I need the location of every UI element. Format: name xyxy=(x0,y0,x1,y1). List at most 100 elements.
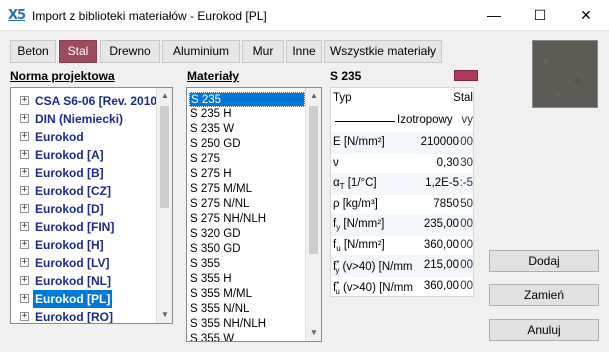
material-list-item[interactable]: S 235 W xyxy=(189,122,304,137)
material-list-item[interactable]: S 355 H xyxy=(189,272,304,287)
app-logo-icon: X5 xyxy=(8,8,26,23)
title-bar: X5 Import z biblioteki materiałów - Euro… xyxy=(0,0,609,31)
prop-row-isotropy: Izotropowy vy xyxy=(331,110,474,132)
tree-item[interactable]: + Eurokod [H] xyxy=(11,236,157,254)
tree-item[interactable]: + CSA S6-06 [Rev. 2010 xyxy=(11,92,157,110)
expand-icon[interactable]: + xyxy=(20,258,29,267)
tree-item-label[interactable]: Eurokod [NL] xyxy=(33,272,113,290)
material-list-item[interactable]: S 350 GD xyxy=(189,242,304,257)
tree-item-label[interactable]: Eurokod [FIN] xyxy=(33,218,116,236)
tree-item[interactable]: + Eurokod [NL] xyxy=(11,272,157,290)
expand-icon[interactable]: + xyxy=(20,276,29,285)
tab-inne[interactable]: Inne xyxy=(286,40,322,63)
prop-isotropy-suffix: vy xyxy=(461,114,474,126)
material-list-item[interactable]: S 275 NH/NLH xyxy=(189,212,304,227)
prop-value-overflow: 00 xyxy=(460,259,473,271)
material-list-item[interactable]: S 275 xyxy=(189,152,304,167)
prop-value: 1,2E-5 xyxy=(424,177,459,189)
expand-icon[interactable]: + xyxy=(20,132,29,141)
minimize-button[interactable]: — xyxy=(471,0,517,31)
prop-name: αT [1/°C] xyxy=(333,177,377,191)
expand-icon[interactable]: + xyxy=(20,312,29,321)
tree-item-label[interactable]: DIN (Niemiecki) xyxy=(33,110,125,128)
scroll-down-icon[interactable]: ▼ xyxy=(306,325,321,341)
tree-item-label[interactable]: Eurokod [A] xyxy=(33,146,106,164)
expand-icon[interactable]: + xyxy=(20,204,29,213)
tree-item[interactable]: + Eurokod [A] xyxy=(11,146,157,164)
materials-list-scrollbar[interactable]: ▲ ▼ xyxy=(305,88,321,341)
tree-item-label[interactable]: Eurokod [LV] xyxy=(33,254,111,272)
scroll-up-icon[interactable]: ▲ xyxy=(306,88,321,104)
tab-wszystkie[interactable]: Wszystkie materiały xyxy=(324,40,442,63)
tab-stal[interactable]: Stal xyxy=(59,40,97,63)
material-list-item[interactable]: S 275 M/ML xyxy=(189,182,304,197)
tree-item[interactable]: + Eurokod [D] xyxy=(11,200,157,218)
material-list-item[interactable]: S 355 xyxy=(189,257,304,272)
prop-row: E [N/mm²] 210000 00 xyxy=(331,132,473,154)
tab-beton[interactable]: Beton xyxy=(10,40,56,63)
prop-isotropy-value: Izotropowy xyxy=(397,114,453,126)
tree-item-label[interactable]: Eurokod [PL] xyxy=(33,290,113,308)
tree-item-label[interactable]: Eurokod [CZ] xyxy=(33,182,113,200)
tree-item[interactable]: + DIN (Niemiecki) xyxy=(11,110,157,128)
expand-icon[interactable]: + xyxy=(20,114,29,123)
material-list-item[interactable]: S 355 W xyxy=(189,332,304,341)
maximize-button[interactable]: ☐ xyxy=(517,0,563,31)
norm-tree-scrollbar[interactable]: ▲ ▼ xyxy=(156,88,172,323)
material-color-swatch[interactable] xyxy=(454,70,478,81)
prop-name: ρ [kg/m³] xyxy=(333,197,378,210)
tree-item[interactable]: + Eurokod [CZ] xyxy=(11,182,157,200)
tree-item[interactable]: + Eurokod [PL] xyxy=(11,290,157,308)
prop-value: 360,00 xyxy=(422,238,459,251)
scroll-thumb[interactable] xyxy=(309,106,318,254)
tree-item-label[interactable]: Eurokod [RO] xyxy=(33,308,115,323)
material-list-item[interactable]: S 235 H xyxy=(189,107,304,122)
norm-tree[interactable]: + CSA S6-06 [Rev. 2010 + DIN (Niemiecki) + Eu… xyxy=(10,87,173,324)
add-button[interactable]: Dodaj xyxy=(489,250,599,272)
tree-item-label[interactable]: CSA S6-06 [Rev. 2010 xyxy=(33,92,159,110)
materials-header: Materiały xyxy=(187,69,240,83)
material-list-item[interactable]: S 235 xyxy=(189,92,305,107)
material-list-item[interactable]: S 275 H xyxy=(189,167,304,182)
tree-item-label[interactable]: Eurokod [D] xyxy=(33,200,106,218)
expand-icon[interactable]: + xyxy=(20,96,29,105)
expand-icon[interactable]: + xyxy=(20,240,29,249)
tree-item[interactable]: + Eurokod [LV] xyxy=(11,254,157,272)
scroll-up-icon[interactable]: ▲ xyxy=(157,88,172,104)
material-list-item[interactable]: S 320 GD xyxy=(189,227,304,242)
prop-row: fy [N/mm²] 235,00 00 xyxy=(331,214,473,236)
tree-item[interactable]: + Eurokod [FIN] xyxy=(11,218,157,236)
tab-mur[interactable]: Mur xyxy=(242,40,284,63)
prop-row: αT [1/°C] 1,2E-5:-5 xyxy=(331,173,473,195)
prop-row-type: Typ Stal xyxy=(331,88,473,110)
tree-item[interactable]: + Eurokod xyxy=(11,128,157,146)
tree-item-label[interactable]: Eurokod [H] xyxy=(33,236,106,254)
scroll-down-icon[interactable]: ▼ xyxy=(157,307,172,323)
expand-icon[interactable]: + xyxy=(20,294,29,303)
expand-icon[interactable]: + xyxy=(20,222,29,231)
expand-icon[interactable]: + xyxy=(20,168,29,177)
prop-name: f*u (v>40) [N/mm xyxy=(333,279,413,296)
prop-name: E [N/mm²] xyxy=(333,136,385,148)
prop-value-overflow: 00 xyxy=(460,238,473,251)
tab-aluminium[interactable]: Aluminium xyxy=(162,40,240,63)
tree-item-label[interactable]: Eurokod xyxy=(33,128,86,146)
material-list-item[interactable]: S 355 M/ML xyxy=(189,287,304,302)
close-button[interactable]: ✕ xyxy=(563,0,609,31)
prop-type-value: Stal xyxy=(453,92,473,104)
material-list-item[interactable]: S 275 N/NL xyxy=(189,197,304,212)
material-list-item[interactable]: S 355 NH/NLH xyxy=(189,317,304,332)
materials-list[interactable]: S 235 S 235 HS 235 WS 250 GD S 275 S 275 HS… xyxy=(186,87,322,342)
tree-item[interactable]: + Eurokod [RO] xyxy=(11,308,157,323)
expand-icon[interactable]: + xyxy=(20,186,29,195)
scroll-thumb[interactable] xyxy=(160,106,169,208)
material-list-item[interactable]: S 250 GD xyxy=(189,137,304,152)
tab-drewno[interactable]: Drewno xyxy=(100,40,160,63)
prop-name: fy [N/mm²] xyxy=(333,218,385,232)
tree-item-label[interactable]: Eurokod [B] xyxy=(33,164,106,182)
replace-button[interactable]: Zamień xyxy=(489,284,599,306)
tree-item[interactable]: + Eurokod [B] xyxy=(11,164,157,182)
cancel-button[interactable]: Anuluj xyxy=(489,319,599,341)
material-list-item[interactable]: S 355 N/NL xyxy=(189,302,304,317)
expand-icon[interactable]: + xyxy=(20,150,29,159)
